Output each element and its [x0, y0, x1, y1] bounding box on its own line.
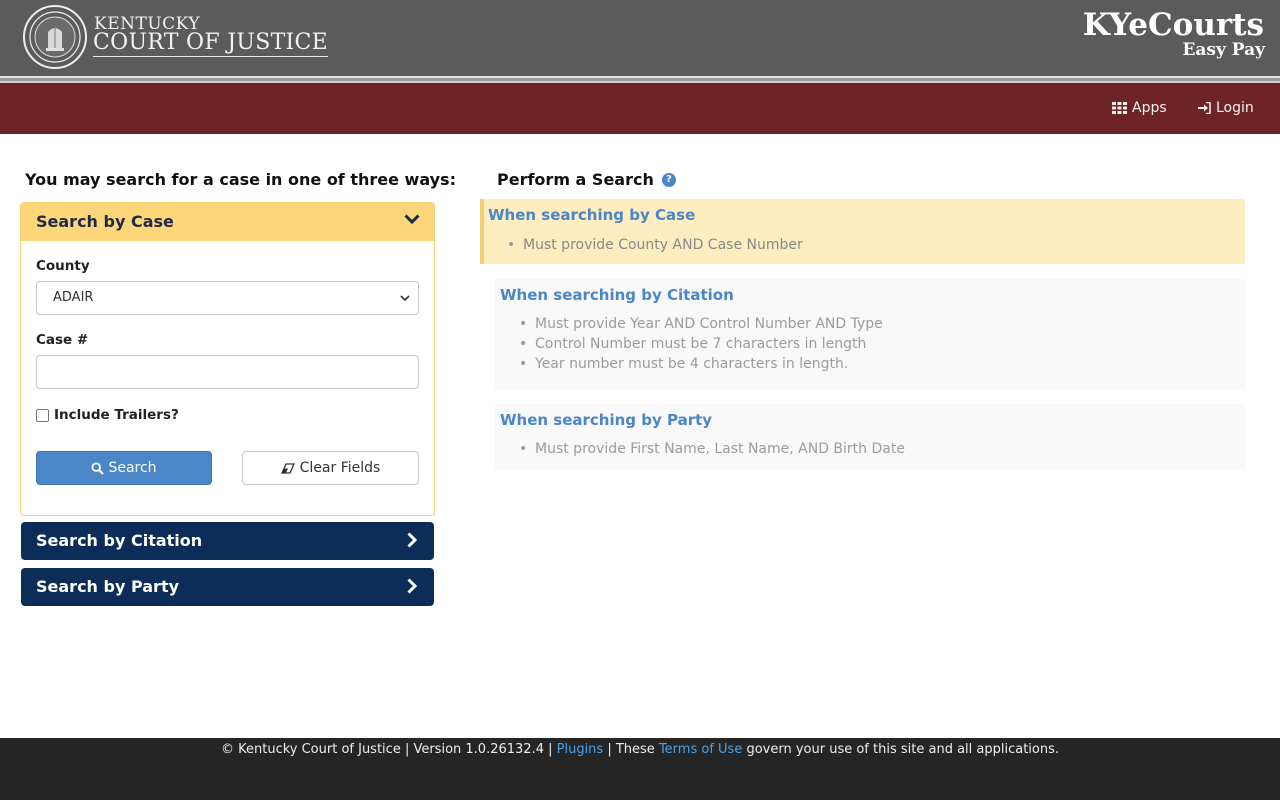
- search-by-case-panel: Search by Case County ADAIR Case # Inclu…: [20, 202, 435, 516]
- case-number-input[interactable]: [36, 355, 419, 389]
- search-by-citation-header[interactable]: Search by Citation: [21, 522, 434, 560]
- case-number-label: Case #: [36, 332, 89, 348]
- case-info-title: When searching by Case: [488, 206, 696, 224]
- citation-info-list: Must provide Year AND Control Number AND…: [519, 314, 883, 374]
- chevron-down-icon: [404, 214, 420, 225]
- login-label: Login: [1216, 100, 1254, 116]
- site-footer: © Kentucky Court of Justice | Version 1.…: [0, 738, 1280, 800]
- search-button[interactable]: Search: [36, 451, 212, 485]
- list-item: Year number must be 4 characters in leng…: [519, 354, 883, 374]
- search-by-party-header[interactable]: Search by Party: [21, 568, 434, 606]
- party-search-info: When searching by Party Must provide Fir…: [495, 404, 1245, 469]
- case-info-list: Must provide County AND Case Number: [507, 235, 803, 255]
- footer-tail: govern your use of this site and all app…: [746, 742, 1060, 757]
- county-label: County: [36, 258, 90, 274]
- clear-fields-label: Clear Fields: [299, 460, 381, 476]
- help-icon[interactable]: ?: [661, 172, 676, 187]
- perform-search-title: Perform a Search: [497, 170, 654, 189]
- footer-separator: | These: [607, 742, 655, 757]
- chevron-right-icon: [407, 578, 418, 594]
- header-divider: [0, 76, 1280, 83]
- party-info-title: When searching by Party: [500, 411, 713, 429]
- chevron-down-icon: [400, 295, 410, 302]
- brand-court-of-justice[interactable]: COURT OF JUSTICE: [93, 30, 329, 57]
- party-info-list: Must provide First Name, Last Name, AND …: [519, 439, 905, 459]
- citation-search-info: When searching by Citation Must provide …: [495, 279, 1245, 389]
- citation-info-title: When searching by Citation: [500, 286, 734, 304]
- perform-search-heading: Perform a Search ?: [497, 170, 676, 189]
- kentucky-seal-logo[interactable]: [22, 4, 88, 70]
- search-by-case-header[interactable]: Search by Case: [21, 203, 434, 241]
- grid-icon: [1112, 102, 1127, 114]
- search-icon: [91, 461, 105, 475]
- footer-copyright: © Kentucky Court of Justice | Version 1.…: [220, 742, 553, 757]
- clear-fields-button[interactable]: Clear Fields: [242, 451, 419, 485]
- login-link[interactable]: Login: [1198, 100, 1254, 116]
- chevron-right-icon: [407, 532, 418, 548]
- list-item: Must provide County AND Case Number: [507, 235, 803, 255]
- plugins-link[interactable]: Plugins: [557, 742, 604, 757]
- county-select-value: ADAIR: [53, 290, 94, 305]
- terms-of-use-link[interactable]: Terms of Use: [659, 742, 742, 757]
- login-icon: [1198, 102, 1211, 114]
- apps-label: Apps: [1132, 100, 1167, 116]
- include-trailers-row: Include Trailers?: [36, 407, 179, 423]
- search-by-citation-title: Search by Citation: [36, 531, 203, 550]
- apps-link[interactable]: Apps: [1112, 100, 1167, 116]
- search-button-label: Search: [108, 460, 157, 476]
- footer-text: © Kentucky Court of Justice | Version 1.…: [0, 742, 1280, 757]
- search-by-case-title: Search by Case: [36, 212, 174, 231]
- county-select[interactable]: ADAIR: [36, 281, 419, 315]
- list-item: Control Number must be 7 characters in l…: [519, 334, 883, 354]
- eraser-icon: [280, 462, 295, 474]
- app-title: KYeCourts: [1082, 7, 1264, 43]
- site-header: KENTUCKY COURT OF JUSTICE KYeCourts Easy…: [0, 0, 1280, 76]
- list-item: Must provide Year AND Control Number AND…: [519, 314, 883, 334]
- navbar: Apps Login: [0, 83, 1280, 134]
- search-ways-heading: You may search for a case in one of thre…: [25, 170, 456, 189]
- search-by-party-title: Search by Party: [36, 577, 180, 596]
- app-subtitle: Easy Pay: [1182, 40, 1265, 60]
- case-search-info: When searching by Case Must provide Coun…: [480, 199, 1245, 264]
- include-trailers-checkbox[interactable]: [36, 408, 49, 422]
- list-item: Must provide First Name, Last Name, AND …: [519, 439, 905, 459]
- include-trailers-label: Include Trailers?: [54, 407, 179, 423]
